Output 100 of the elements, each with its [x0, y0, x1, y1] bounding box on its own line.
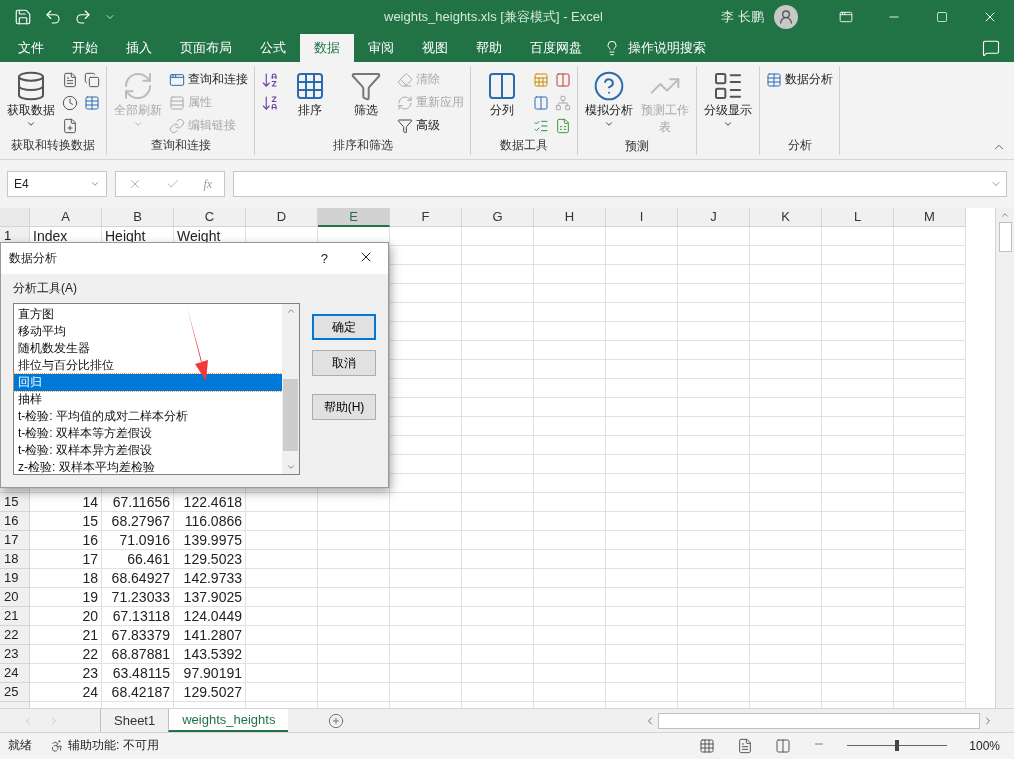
page-break-icon[interactable]	[775, 737, 792, 754]
name-box[interactable]: E4	[7, 171, 107, 197]
column-header[interactable]: A	[30, 208, 102, 227]
ribbon-button[interactable]: 获取数据	[6, 70, 56, 135]
list-item[interactable]: 随机数发生器	[14, 340, 282, 357]
ribbon-tab[interactable]: 帮助	[462, 34, 516, 62]
advanced-filter-icon[interactable]	[397, 117, 413, 134]
ribbon-button[interactable]: 分列	[477, 70, 527, 135]
column-header[interactable]: M	[894, 208, 966, 227]
dialog-button[interactable]: 帮助(H)	[312, 394, 376, 420]
clock-icon[interactable]	[62, 94, 78, 111]
web-icon[interactable]	[62, 117, 78, 134]
sort-icon[interactable]	[294, 70, 326, 102]
ribbon-tab[interactable]: 审阅	[354, 34, 408, 62]
scroll-up-icon[interactable]	[1000, 210, 1010, 220]
redo-icon[interactable]	[74, 8, 92, 26]
comment-icon[interactable]	[982, 39, 1000, 57]
tool-list[interactable]: 直方图 移动平均 随机数发生器 排位与百分比排位 回归 抽样 t-检验: 平均值的成对二样本分析 t-检验: 双样本等方差假设 t-检验: 双样本异方差假设 z-检验: 双样本平均差检验	[13, 303, 300, 475]
column-header[interactable]: H	[534, 208, 606, 227]
ribbon-tab[interactable]: 视图	[408, 34, 462, 62]
dialog-button[interactable]: 确定	[312, 314, 376, 340]
ribbon-button[interactable]: 高级	[397, 116, 464, 135]
normal-view-icon[interactable]	[699, 737, 716, 754]
column-header[interactable]: J	[678, 208, 750, 227]
remove-duplicates-icon[interactable]	[533, 94, 549, 111]
column-header[interactable]: B	[102, 208, 174, 227]
list-item[interactable]: 抽样	[14, 391, 282, 408]
scroll-up-icon[interactable]	[285, 306, 296, 316]
add-sheet-icon[interactable]	[328, 712, 345, 729]
avatar-icon[interactable]	[774, 5, 798, 29]
data-model-icon[interactable]	[555, 117, 571, 134]
document-icon[interactable]	[62, 71, 78, 88]
text-columns-icon[interactable]	[486, 70, 518, 102]
filter-icon[interactable]	[350, 70, 382, 102]
vertical-scrollbar[interactable]	[995, 208, 1014, 708]
list-scrollbar[interactable]	[282, 304, 299, 474]
table-cell: 68.27967	[102, 512, 174, 531]
accessibility-status[interactable]: 辅助功能: 不可用	[68, 737, 159, 754]
save-icon[interactable]	[14, 8, 32, 26]
maximize-icon[interactable]	[936, 11, 948, 23]
undo-icon[interactable]	[44, 8, 62, 26]
column-header[interactable]: E	[318, 208, 390, 227]
table-cell	[750, 455, 822, 474]
list-item[interactable]: 排位与百分比排位	[14, 357, 282, 374]
list-item[interactable]: 回归	[14, 374, 282, 391]
sheet-tab[interactable]: weights_heights	[168, 709, 289, 732]
ribbon-button[interactable]: 排序	[285, 70, 335, 135]
ribbon-button[interactable]: 模拟分析	[584, 70, 634, 136]
list-item[interactable]: 直方图	[14, 306, 282, 323]
column-header[interactable]: I	[606, 208, 678, 227]
consolidate-icon[interactable]	[555, 71, 571, 88]
table-cell	[750, 664, 822, 683]
lightbulb-icon[interactable]	[604, 40, 620, 56]
list-item[interactable]: t-检验: 双样本异方差假设	[14, 442, 282, 459]
column-header[interactable]: K	[750, 208, 822, 227]
scroll-thumb[interactable]	[998, 222, 1012, 252]
ribbon-tab[interactable]: 开始	[58, 34, 112, 62]
relationships-icon[interactable]	[555, 94, 571, 111]
ribbon-tab[interactable]: 百度网盘	[516, 34, 596, 62]
table-icon[interactable]	[169, 71, 185, 88]
data-analysis-icon[interactable]	[766, 71, 782, 88]
check-icon[interactable]	[165, 177, 180, 191]
list-item[interactable]: 移动平均	[14, 323, 282, 340]
accessibility-icon[interactable]	[50, 738, 64, 753]
ribbon-tab[interactable]: 插入	[112, 34, 166, 62]
dialog-button[interactable]: 取消	[312, 350, 376, 376]
list-item[interactable]: t-检验: 双样本等方差假设	[14, 425, 282, 442]
ribbon-tab[interactable]: 文件	[4, 34, 58, 62]
zoom-thumb[interactable]	[895, 740, 900, 751]
ribbon-tab[interactable]: 公式	[246, 34, 300, 62]
table-cell	[750, 626, 822, 645]
horizontal-scrollbar[interactable]	[658, 712, 980, 729]
ribbon-tab[interactable]: 页面布局	[166, 34, 246, 62]
zoom-level[interactable]: 100%	[969, 738, 1000, 753]
formula-field[interactable]	[233, 171, 1007, 197]
ribbon-button[interactable]: 数据分析	[766, 70, 833, 89]
sort-az-icon[interactable]	[261, 70, 279, 89]
column-header[interactable]: C	[174, 208, 246, 227]
database-icon[interactable]	[15, 70, 47, 102]
column-header[interactable]: L	[822, 208, 894, 227]
list-item[interactable]: z-检验: 双样本平均差检验	[14, 459, 282, 476]
ribbon-button[interactable]: 查询和连接	[169, 70, 248, 89]
ribbon-button[interactable]: 分级显示	[703, 70, 753, 135]
table-icon[interactable]	[84, 94, 100, 111]
ribbon-button[interactable]: 筛选	[341, 70, 391, 135]
file-icon[interactable]	[84, 71, 100, 88]
column-header[interactable]: D	[246, 208, 318, 227]
tell-me-search[interactable]: 操作说明搜索	[628, 39, 706, 57]
sort-za-icon[interactable]	[261, 93, 279, 112]
ribbon-tab[interactable]: 数据	[300, 34, 354, 62]
column-header[interactable]: G	[462, 208, 534, 227]
column-header[interactable]: F	[390, 208, 462, 227]
list-item[interactable]: t-检验: 平均值的成对二样本分析	[14, 408, 282, 425]
what-if-icon[interactable]	[593, 70, 625, 102]
scroll-down-icon[interactable]	[285, 462, 296, 472]
flash-fill-icon[interactable]	[533, 71, 549, 88]
ribbon-display-icon[interactable]	[839, 10, 853, 24]
help-button[interactable]: ?	[320, 251, 328, 266]
outline-icon[interactable]	[712, 70, 744, 102]
page-layout-icon[interactable]	[737, 737, 754, 754]
